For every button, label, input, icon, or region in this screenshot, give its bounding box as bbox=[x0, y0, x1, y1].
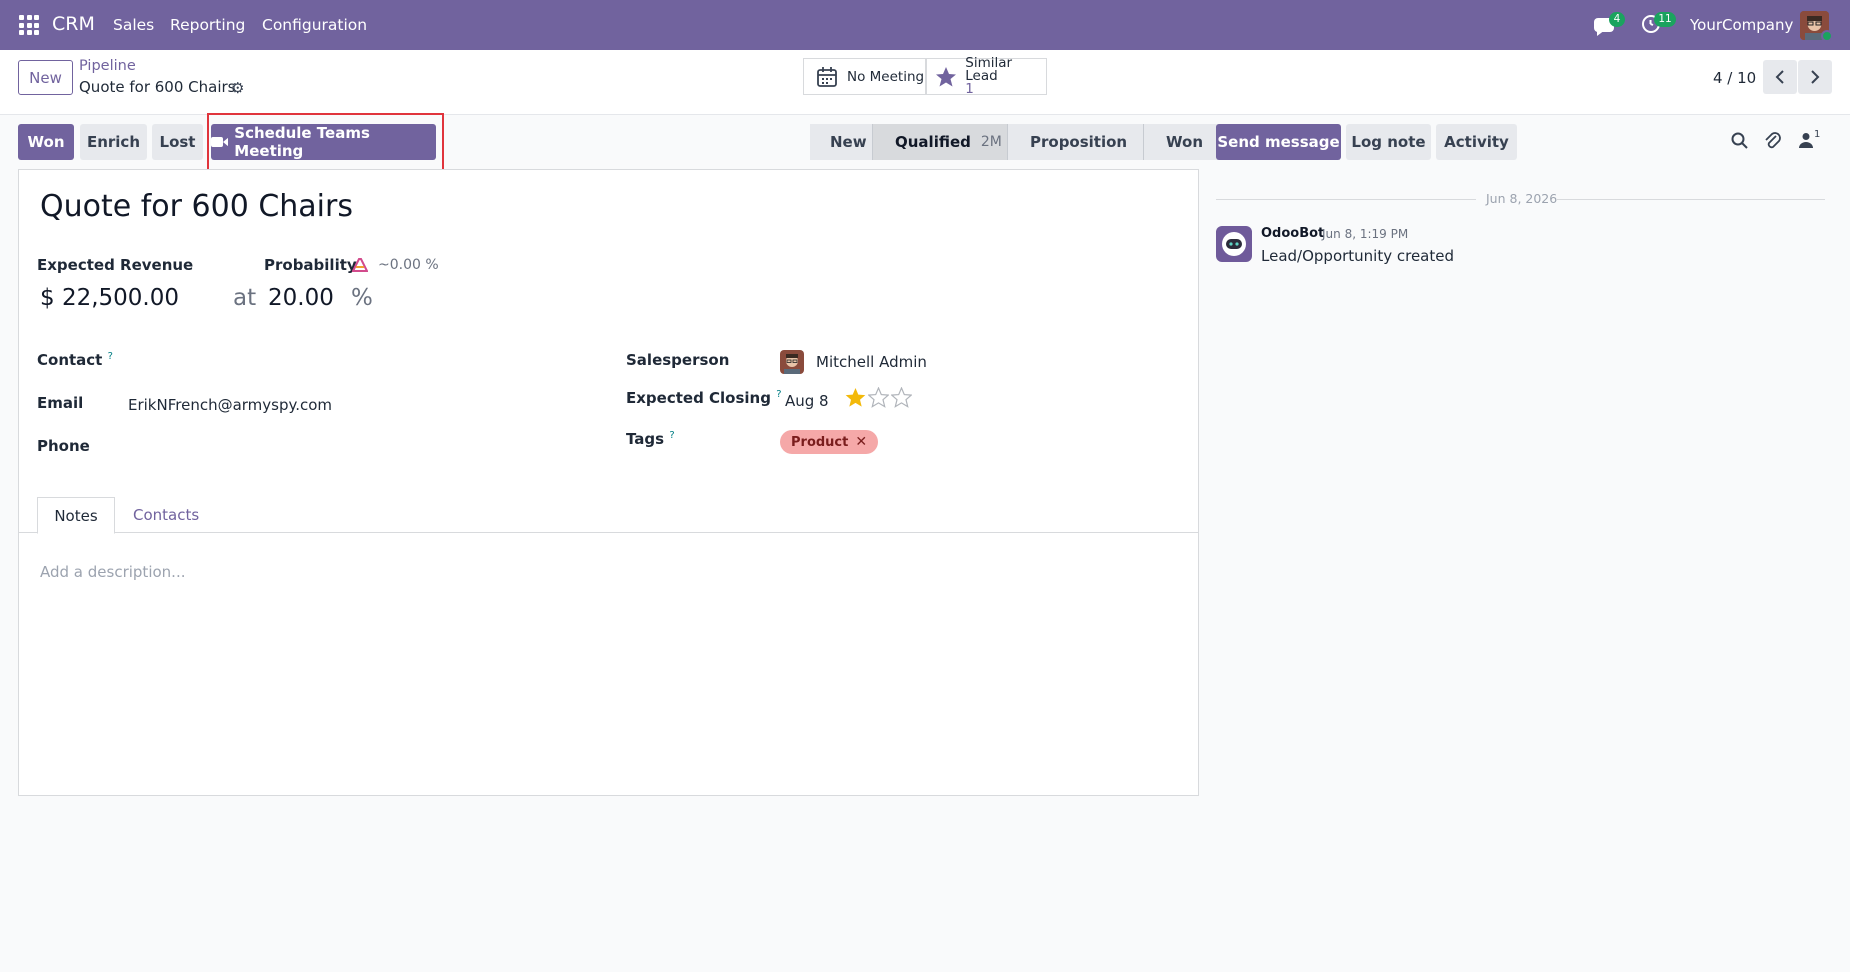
log-note-button[interactable]: Log note bbox=[1346, 124, 1431, 160]
company-switcher[interactable]: YourCompany bbox=[1690, 16, 1793, 34]
similar-lead-label: Similar Lead bbox=[965, 55, 1013, 84]
date-separator: Jun 8, 2026 bbox=[1486, 191, 1558, 206]
expected-closing-field[interactable]: Aug 8 bbox=[785, 392, 829, 410]
meeting-smart-button[interactable]: No Meeting bbox=[803, 58, 926, 95]
gear-icon[interactable]: ⚙ bbox=[231, 79, 244, 97]
probability-label: Probability bbox=[264, 256, 357, 274]
notebook-tabs: Notes Contacts bbox=[19, 496, 1198, 534]
expected-revenue-field[interactable]: $ 22,500.00 bbox=[40, 285, 179, 311]
stage-won[interactable]: Won bbox=[1144, 124, 1219, 160]
chevron-right-icon bbox=[1811, 70, 1820, 84]
chevron-left-icon bbox=[1775, 70, 1784, 84]
tag-label: Product bbox=[791, 434, 849, 450]
tags-label: Tags ? bbox=[626, 430, 675, 448]
stage-proposition[interactable]: Proposition bbox=[1008, 124, 1144, 160]
priority-stars[interactable] bbox=[845, 387, 912, 408]
phone-label: Phone bbox=[37, 437, 90, 455]
opportunity-title[interactable]: Quote for 600 Chairs bbox=[40, 189, 353, 224]
menu-reporting[interactable]: Reporting bbox=[170, 16, 245, 34]
tag-product: Product ✕ bbox=[780, 430, 879, 454]
control-panel: New Pipeline Quote for 600 Chairs ⚙ No M… bbox=[0, 50, 1850, 115]
percent-sign: % bbox=[351, 285, 373, 311]
menu-sales[interactable]: Sales bbox=[113, 16, 154, 34]
messages-badge: 4 bbox=[1609, 12, 1625, 27]
breadcrumb-current: Quote for 600 Chairs bbox=[79, 78, 236, 96]
star-empty-icon[interactable] bbox=[891, 387, 912, 408]
contact-label: Contact ? bbox=[37, 351, 113, 369]
stage-new[interactable]: New bbox=[810, 124, 873, 160]
at-label: at bbox=[233, 285, 257, 311]
activity-button[interactable]: Activity bbox=[1436, 124, 1517, 160]
top-navbar: CRM Sales Reporting Configuration 4 11 Y… bbox=[0, 0, 1850, 50]
new-button[interactable]: New bbox=[18, 60, 73, 95]
remove-tag-icon[interactable]: ✕ bbox=[855, 434, 867, 450]
salesperson-field[interactable]: Mitchell Admin bbox=[816, 353, 927, 371]
followers-icon[interactable] bbox=[1799, 132, 1813, 148]
star-icon bbox=[936, 66, 956, 86]
tab-notes[interactable]: Notes bbox=[37, 497, 115, 534]
odoobot-avatar bbox=[1216, 226, 1252, 262]
followers-count: 1 bbox=[1814, 129, 1821, 140]
email-field[interactable]: ErikNFrench@armyspy.com bbox=[128, 396, 332, 414]
expected-revenue-label: Expected Revenue bbox=[37, 256, 194, 274]
ai-probability-value: ~0.00 % bbox=[378, 257, 439, 273]
similar-lead-smart-button[interactable]: Similar Lead 1 bbox=[926, 55, 1047, 97]
pager-previous-button[interactable] bbox=[1763, 60, 1797, 94]
date-divider-right bbox=[1557, 199, 1825, 200]
calendar-icon bbox=[817, 66, 837, 87]
salesperson-avatar bbox=[780, 350, 804, 374]
message-author[interactable]: OdooBot bbox=[1261, 226, 1324, 241]
enrich-button[interactable]: Enrich bbox=[80, 124, 147, 160]
breadcrumb-pipeline[interactable]: Pipeline bbox=[79, 58, 136, 74]
send-message-button[interactable]: Send message bbox=[1216, 124, 1341, 160]
pager-value[interactable]: 4 / 10 bbox=[1713, 69, 1756, 87]
search-icon[interactable] bbox=[1731, 132, 1749, 150]
menu-configuration[interactable]: Configuration bbox=[262, 16, 367, 34]
description-field[interactable]: Add a description... bbox=[40, 563, 185, 581]
similar-lead-count: 1 bbox=[965, 81, 974, 97]
ai-probability-icon bbox=[352, 258, 368, 272]
apps-menu-icon[interactable] bbox=[19, 15, 39, 35]
stage-statusbar: New Qualified 2M Proposition Won bbox=[810, 124, 1219, 160]
online-status-dot bbox=[1821, 30, 1833, 42]
won-button[interactable]: Won bbox=[18, 124, 74, 160]
expected-closing-label: Expected Closing ? bbox=[626, 389, 782, 407]
form-sheet: Quote for 600 Chairs Expected Revenue $ … bbox=[18, 169, 1199, 796]
salesperson-label: Salesperson bbox=[626, 351, 730, 369]
date-divider-left bbox=[1216, 199, 1476, 200]
star-filled-icon[interactable] bbox=[845, 387, 866, 408]
stage-qualified[interactable]: Qualified 2M bbox=[873, 124, 1008, 160]
meeting-label: No Meeting bbox=[847, 68, 925, 85]
message-time: Jun 8, 1:19 PM bbox=[1322, 227, 1409, 241]
tab-contacts[interactable]: Contacts bbox=[133, 496, 199, 533]
highlight-box bbox=[207, 113, 444, 171]
lost-button[interactable]: Lost bbox=[152, 124, 203, 160]
app-name[interactable]: CRM bbox=[52, 13, 95, 35]
email-label: Email bbox=[37, 394, 84, 412]
activities-badge: 11 bbox=[1654, 12, 1676, 27]
pager-next-button[interactable] bbox=[1798, 60, 1832, 94]
paperclip-icon[interactable] bbox=[1764, 131, 1782, 151]
probability-field[interactable]: 20.00 bbox=[268, 285, 334, 311]
message-body: Lead/Opportunity created bbox=[1261, 247, 1455, 265]
star-empty-icon[interactable] bbox=[868, 387, 889, 408]
